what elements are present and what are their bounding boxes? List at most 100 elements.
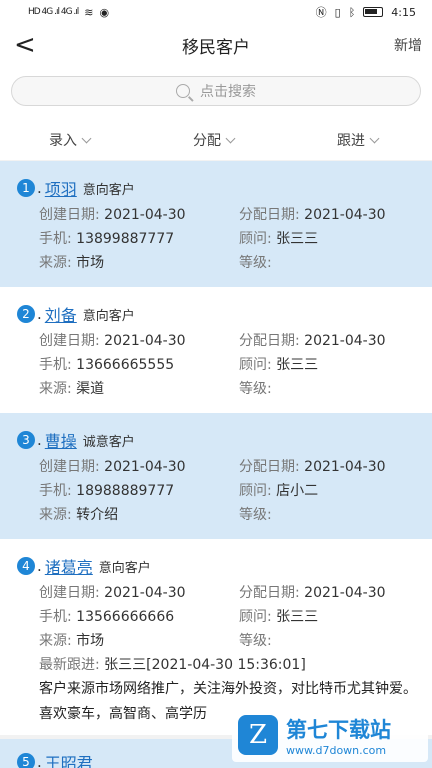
- watermark-url: www.d7down.com: [286, 743, 387, 757]
- phone: 手机: 13899887777: [39, 228, 174, 248]
- add-button[interactable]: 新增: [394, 35, 422, 55]
- search-area: 点击搜索: [0, 66, 432, 116]
- value: 渠道: [76, 381, 105, 397]
- card-header: 5 . 王昭君: [17, 751, 93, 768]
- value: 2021-04-30: [304, 585, 386, 601]
- customer-type: 意向客户: [82, 308, 135, 324]
- card-header: 4 . 诸葛亮 意向客户: [17, 555, 151, 577]
- index-dot: .: [37, 753, 42, 768]
- label: 来源:: [39, 507, 72, 523]
- label: 创建日期:: [39, 585, 100, 601]
- customer-type: 意向客户: [98, 560, 151, 576]
- customer-name[interactable]: 项羽: [45, 176, 77, 200]
- created-date: 创建日期: 2021-04-30: [39, 330, 186, 350]
- search-input[interactable]: 点击搜索: [11, 76, 421, 106]
- label: 顾问:: [239, 483, 272, 499]
- label: 分配日期:: [239, 585, 300, 601]
- filter-label: 录入: [49, 133, 77, 149]
- created-date: 创建日期: 2021-04-30: [39, 582, 186, 602]
- card-header: 1 . 项羽 意向客户: [17, 177, 135, 199]
- app-bar: < 移民客户 新增: [0, 24, 432, 66]
- value: 18988889777: [76, 483, 175, 499]
- label: 创建日期:: [39, 207, 100, 223]
- customer-name[interactable]: 刘备: [45, 302, 77, 326]
- index-dot: .: [37, 179, 42, 197]
- customer-type: 意向客户: [82, 182, 135, 198]
- customer-card[interactable]: 1 . 项羽 意向客户 创建日期: 2021-04-30 分配日期: 2021-…: [0, 161, 432, 287]
- chevron-down-icon: [225, 133, 236, 143]
- source: 来源: 渠道: [39, 378, 104, 398]
- search-placeholder: 点击搜索: [200, 84, 256, 100]
- customer-type: 诚意客户: [82, 434, 135, 450]
- label: 来源:: [39, 255, 72, 271]
- eye-icon: ◉: [99, 5, 110, 19]
- battery-icon: [363, 7, 384, 17]
- label: 分配日期:: [239, 207, 300, 223]
- signal-icon: HD 4G .ıl 4G .ıl: [28, 7, 79, 17]
- index-badge: 1: [17, 179, 35, 197]
- label: 等级:: [239, 633, 272, 649]
- customer-card[interactable]: 3 . 曹操 诚意客户 创建日期: 2021-04-30 分配日期: 2021-…: [0, 413, 432, 539]
- phone: 手机: 13566666666: [39, 606, 174, 626]
- value: 市场: [76, 633, 105, 649]
- customer-card[interactable]: 4 . 诸葛亮 意向客户 创建日期: 2021-04-30 分配日期: 2021…: [0, 539, 432, 735]
- back-icon[interactable]: <: [14, 30, 36, 60]
- value: 张三三[2021-04-30 15:36:01]: [104, 657, 306, 673]
- label: 顾问:: [239, 609, 272, 625]
- advisor: 顾问: 店小二: [239, 480, 318, 500]
- value: 2021-04-30: [104, 585, 186, 601]
- label: 创建日期:: [39, 459, 100, 475]
- value: 2021-04-30: [104, 459, 186, 475]
- card-header: 3 . 曹操 诚意客户: [17, 429, 135, 451]
- advisor: 顾问: 张三三: [239, 228, 318, 248]
- customer-name[interactable]: 诸葛亮: [45, 554, 93, 578]
- filter-follow[interactable]: 跟进: [337, 130, 380, 150]
- label: 顾问:: [239, 357, 272, 373]
- value: 张三三: [276, 357, 319, 373]
- value: 13666665555: [76, 357, 175, 373]
- page-title: 移民客户: [182, 37, 250, 58]
- customer-card[interactable]: 2 . 刘备 意向客户 创建日期: 2021-04-30 分配日期: 2021-…: [0, 287, 432, 413]
- customer-name[interactable]: 曹操: [45, 428, 77, 452]
- vibrate-icon: ▯: [334, 5, 341, 19]
- value: 2021-04-30: [304, 333, 386, 349]
- chevron-down-icon: [369, 133, 380, 143]
- index-dot: .: [37, 557, 42, 575]
- chevron-down-icon: [81, 133, 92, 143]
- card-header: 2 . 刘备 意向客户: [17, 303, 135, 325]
- index-badge: 4: [17, 557, 35, 575]
- value: 13566666666: [76, 609, 175, 625]
- bluetooth-icon: ᛒ: [348, 5, 356, 19]
- phone: 手机: 13666665555: [39, 354, 174, 374]
- filter-entry[interactable]: 录入: [49, 130, 92, 150]
- index-badge: 5: [17, 753, 35, 768]
- phone: 手机: 18988889777: [39, 480, 174, 500]
- index-dot: .: [37, 431, 42, 449]
- label: 分配日期:: [239, 333, 300, 349]
- level: 等级:: [239, 504, 272, 524]
- label: 等级:: [239, 507, 272, 523]
- source: 来源: 市场: [39, 252, 104, 272]
- created-date: 创建日期: 2021-04-30: [39, 456, 186, 476]
- label: 等级:: [239, 255, 272, 271]
- value: 13899887777: [76, 231, 175, 247]
- value: 2021-04-30: [304, 459, 386, 475]
- value: 2021-04-30: [104, 207, 186, 223]
- assigned-date: 分配日期: 2021-04-30: [239, 582, 386, 602]
- latest-follow: 最新跟进: 张三三[2021-04-30 15:36:01]: [39, 654, 306, 674]
- filter-bar: 录入 分配 跟进: [0, 116, 432, 160]
- value: 2021-04-30: [104, 333, 186, 349]
- value: 2021-04-30: [304, 207, 386, 223]
- search-icon: [176, 84, 190, 98]
- customer-name[interactable]: 王昭君: [45, 750, 93, 768]
- label: 等级:: [239, 381, 272, 397]
- filter-assign[interactable]: 分配: [193, 130, 236, 150]
- wifi-icon: ≋: [84, 5, 94, 19]
- label: 最新跟进:: [39, 657, 100, 673]
- index-dot: .: [37, 305, 42, 323]
- filter-label: 分配: [193, 133, 221, 149]
- label: 手机:: [39, 357, 72, 373]
- label: 来源:: [39, 381, 72, 397]
- value: 张三三: [276, 231, 319, 247]
- value: 张三三: [276, 609, 319, 625]
